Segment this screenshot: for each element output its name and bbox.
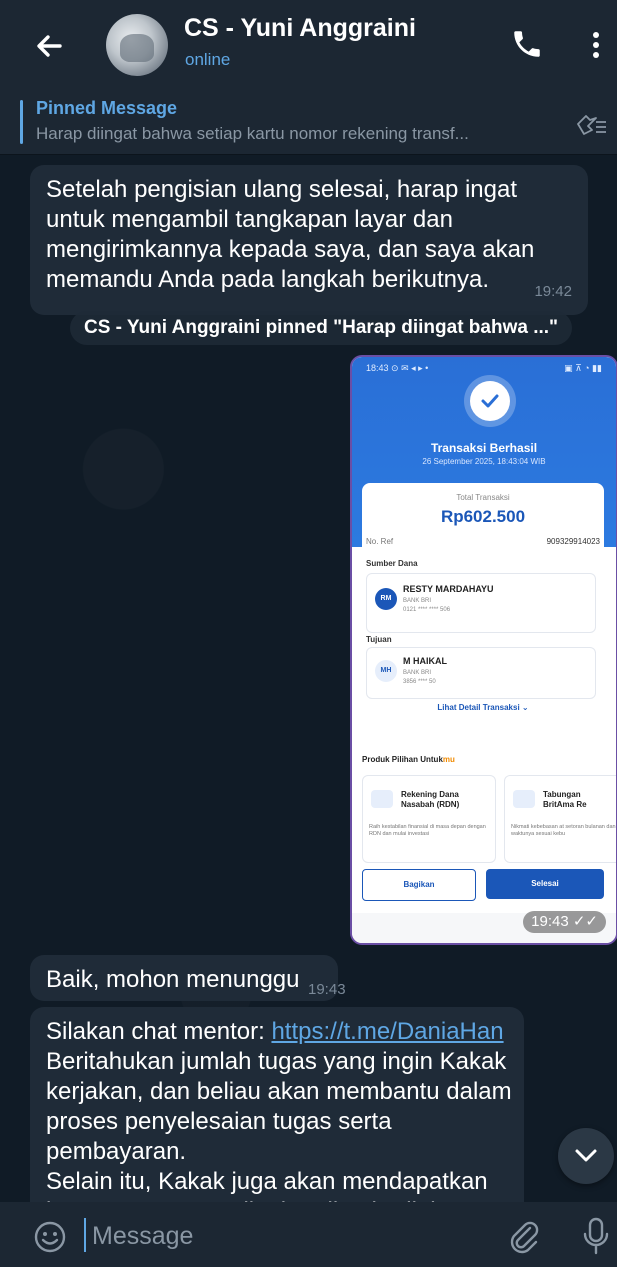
message-time: 19:42: [534, 283, 572, 300]
read-checks-icon: ✓✓: [572, 913, 598, 930]
ref-value: 909329914023: [546, 537, 600, 546]
message-bubble[interactable]: Baik, mohon menunggu 19:43: [30, 955, 346, 1001]
success-check-icon: [470, 381, 510, 421]
products-heading: Produk Pilihan Untukmu: [362, 755, 455, 764]
online-status: online: [185, 50, 231, 69]
more-vert-icon: [593, 32, 599, 58]
text-cursor: [84, 1218, 86, 1252]
unpin-button[interactable]: [574, 110, 608, 140]
more-options-button[interactable]: [582, 28, 610, 62]
mentor-link[interactable]: https://t.me/DaniaHan: [271, 1018, 503, 1045]
phone-icon: [514, 31, 540, 57]
receipt-card: Total Transaksi Rp602.500 No. Ref 909329…: [362, 483, 604, 727]
receipt-statusbar-left: 18:43 ⊙ ✉ ◂ ▸ •: [366, 363, 429, 373]
share-button-image: Bagikan: [362, 869, 476, 901]
chevron-down-icon: [575, 1149, 597, 1162]
photo-message[interactable]: 18:43 ⊙ ✉ ◂ ▸ • ▣ ⊼ ◔ ▮▮ Transaksi Berha…: [350, 355, 617, 945]
receipt-statusbar-right: ▣ ⊼ ◔ ▮▮: [564, 363, 602, 373]
total-amount: Rp602.500: [440, 507, 526, 526]
attach-button[interactable]: [506, 1218, 542, 1254]
microphone-button[interactable]: [582, 1216, 610, 1256]
chat-title[interactable]: CS - Yuni Anggraini: [184, 14, 416, 43]
back-button[interactable]: [30, 26, 70, 66]
message-bubble[interactable]: Silakan chat mentor: https://t.me/DaniaH…: [30, 1007, 524, 1202]
message-input[interactable]: [90, 1216, 494, 1256]
receipt-date: 26 September 2025, 18:43:04 WIB: [422, 457, 546, 466]
unpin-icon: [577, 115, 606, 135]
product-icon: [513, 790, 535, 808]
dest-account: 3856 **** 50: [403, 679, 436, 685]
message-text: Baik, mohon menunggu: [46, 966, 300, 993]
product-desc: Raih kestabilan finansial di masa depan …: [369, 824, 486, 837]
source-name: RESTY MARDAHAYU: [403, 584, 494, 594]
source-bank: BANK BRI: [403, 598, 432, 604]
dest-name: M HAIKAL: [403, 656, 447, 666]
chat-area[interactable]: Setelah pengisian ulang selesai, harap i…: [0, 155, 617, 1202]
emoji-button[interactable]: [33, 1220, 67, 1254]
source-box: RM RESTY MARDAHAYU BANK BRI 0121 **** **…: [366, 573, 596, 633]
call-button[interactable]: [510, 27, 544, 61]
source-account: 0121 **** **** 506: [403, 607, 451, 613]
pinned-indicator: [20, 100, 23, 144]
avatar[interactable]: [106, 14, 168, 76]
dest-avatar: MH: [375, 660, 397, 682]
chat-header: CS - Yuni Anggraini online: [0, 0, 617, 91]
microphone-icon: [583, 1217, 609, 1255]
product-name: Tabungan BritAma Re: [543, 790, 587, 809]
pinned-message-bar[interactable]: Pinned Message Harap diingat bahwa setia…: [0, 90, 617, 155]
source-label: Sumber Dana: [366, 559, 418, 568]
message-text: Silakan chat mentor: https://t.me/DaniaH…: [46, 1018, 512, 1202]
dest-box: MH M HAIKAL BANK BRI 3856 **** 50: [366, 647, 596, 699]
done-button-image: Selesai: [486, 869, 604, 899]
emoji-icon: [34, 1221, 66, 1253]
dest-bank: BANK BRI: [403, 670, 432, 676]
product-icon: [371, 790, 393, 808]
paperclip-icon: [510, 1221, 539, 1254]
total-label: Total Transaksi: [456, 493, 510, 502]
message-time: 19:43: [308, 981, 346, 998]
message-input-bar: [0, 1202, 617, 1267]
message-bubble[interactable]: Setelah pengisian ulang selesai, harap i…: [30, 165, 588, 315]
detail-link: Lihat Detail Transaksi ⌄: [437, 703, 529, 712]
product-card: Tabungan BritAma Re Nikmati kebebasan at…: [504, 775, 617, 863]
pinned-text: Harap diingat bahwa setiap kartu nomor r…: [36, 124, 469, 143]
pinned-label: Pinned Message: [36, 98, 178, 118]
service-message: CS - Yuni Anggraini pinned "Harap diinga…: [70, 311, 573, 345]
photo-time: 19:43 ✓✓: [523, 911, 606, 933]
product-name: Rekening Dana Nasabah (RDN): [401, 790, 460, 809]
product-desc: Nikmati kebebasan at setoran bulanan dan…: [511, 824, 617, 837]
arrow-left-icon: [37, 35, 62, 57]
product-card: Rekening Dana Nasabah (RDN) Raih kestabi…: [362, 775, 496, 863]
scroll-down-button[interactable]: [558, 1128, 614, 1184]
dest-label: Tujuan: [366, 635, 392, 644]
ref-label: No. Ref: [366, 537, 394, 546]
source-avatar: RM: [375, 588, 397, 610]
receipt-title: Transaksi Berhasil: [430, 441, 538, 455]
message-text: Setelah pengisian ulang selesai, harap i…: [46, 176, 535, 293]
